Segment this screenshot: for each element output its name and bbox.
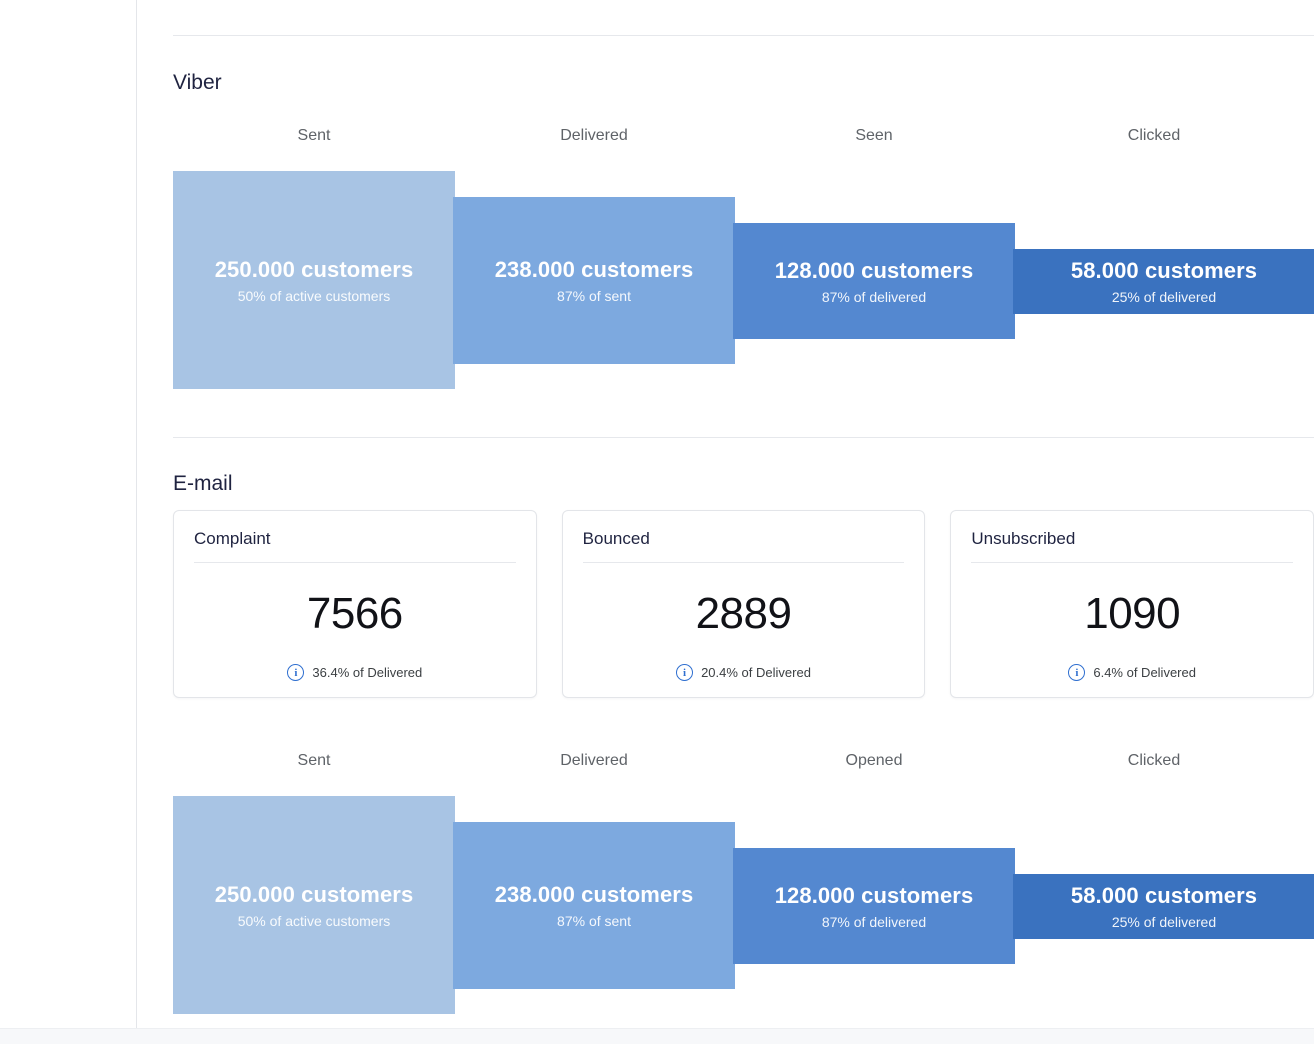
stat-card-title: Complaint xyxy=(194,528,516,563)
funnel-step-rate: 50% of active customers xyxy=(237,287,391,304)
funnel-header-delivered: Delivered xyxy=(560,127,628,144)
horizontal-scrollbar-track[interactable] xyxy=(0,1028,1314,1044)
main-content: Viber Sent Delivered Seen Clicked 250.00… xyxy=(138,0,1314,1028)
stat-card-complaint[interactable]: Complaint 7566 i 36.4% of Delivered xyxy=(173,510,537,698)
funnel-chart-viber: Sent Delivered Seen Clicked 250.000 cust… xyxy=(173,118,1314,408)
funnel-step-clicked[interactable]: 58.000 customers 25% of delivered xyxy=(1013,874,1314,939)
stat-card-value: 7566 xyxy=(306,588,403,638)
funnel-step-delivered[interactable]: 238.000 customers 87% of sent xyxy=(453,197,735,364)
funnel-header-row-viber: Sent Delivered Seen Clicked xyxy=(173,118,1314,160)
funnel-header-sent: Sent xyxy=(297,752,331,769)
stat-card-footnote: 20.4% of Delivered xyxy=(701,665,811,680)
funnel-step-value: 128.000 customers xyxy=(774,257,974,283)
stat-card-title: Bounced xyxy=(582,528,905,563)
stat-card-footnote: 36.4% of Delivered xyxy=(312,665,423,680)
funnel-step-rate: 87% of sent xyxy=(557,288,631,304)
email-stat-cards: Complaint 7566 i 36.4% of Delivered Boun… xyxy=(173,510,1314,698)
funnel-step-value: 58.000 customers xyxy=(1070,883,1258,908)
stat-card-footer: i 36.4% of Delivered xyxy=(194,664,516,683)
stat-card-bounced[interactable]: Bounced 2889 i 20.4% of Delivered xyxy=(561,510,926,698)
funnel-step-delivered[interactable]: 238.000 customers 87% of sent xyxy=(453,822,735,989)
funnel-step-clicked[interactable]: 58.000 customers 25% of delivered xyxy=(1013,249,1314,314)
stat-card-footer: i 6.4% of Delivered xyxy=(971,664,1293,683)
funnel-step-value: 128.000 customers xyxy=(774,882,974,908)
funnel-bars-viber: 250.000 customers 50% of active customer… xyxy=(173,160,1314,408)
info-icon[interactable]: i xyxy=(1068,664,1086,681)
stat-card-footnote: 6.4% of Delivered xyxy=(1093,665,1196,680)
funnel-header-clicked: Clicked xyxy=(1127,127,1181,144)
stat-card-value: 2889 xyxy=(695,588,792,638)
funnel-header-clicked: Clicked xyxy=(1127,752,1181,769)
stat-card-footer: i 20.4% of Delivered xyxy=(583,664,905,683)
funnel-step-value: 238.000 customers xyxy=(494,257,694,282)
section-divider-mid xyxy=(173,437,1314,438)
funnel-step-value: 238.000 customers xyxy=(494,882,694,907)
funnel-step-rate: 87% of delivered xyxy=(821,288,927,305)
funnel-step-rate: 50% of active customers xyxy=(237,912,391,929)
info-icon[interactable]: i xyxy=(676,664,694,681)
funnel-step-rate: 25% of delivered xyxy=(1111,289,1217,305)
funnel-step-value: 250.000 customers xyxy=(214,256,414,282)
section-title-viber: Viber xyxy=(173,71,222,94)
funnel-step-seen[interactable]: 128.000 customers 87% of delivered xyxy=(733,223,1015,339)
sidebar-rail xyxy=(0,0,137,1028)
funnel-step-rate: 25% of delivered xyxy=(1111,914,1217,930)
stat-card-value: 1090 xyxy=(1084,588,1181,638)
funnel-step-opened[interactable]: 128.000 customers 87% of delivered xyxy=(733,848,1015,964)
funnel-step-rate: 87% of sent xyxy=(557,913,631,929)
funnel-header-sent: Sent xyxy=(297,127,331,144)
funnel-header-delivered: Delivered xyxy=(560,752,628,769)
funnel-bars-email: 250.000 customers 50% of active customer… xyxy=(173,785,1314,1033)
analytics-page: Viber Sent Delivered Seen Clicked 250.00… xyxy=(0,0,1314,1044)
funnel-chart-email: Sent Delivered Opened Clicked 250.000 cu… xyxy=(173,743,1314,1033)
section-divider-top xyxy=(173,35,1314,36)
stat-card-unsubscribed[interactable]: Unsubscribed 1090 i 6.4% of Delivered xyxy=(950,510,1314,698)
funnel-header-opened: Opened xyxy=(845,752,903,769)
funnel-step-sent[interactable]: 250.000 customers 50% of active customer… xyxy=(173,171,455,389)
funnel-header-row-email: Sent Delivered Opened Clicked xyxy=(173,743,1314,785)
funnel-step-rate: 87% of delivered xyxy=(821,913,927,930)
stat-card-title: Unsubscribed xyxy=(971,528,1294,563)
info-icon[interactable]: i xyxy=(287,664,305,681)
funnel-step-sent[interactable]: 250.000 customers 50% of active customer… xyxy=(173,796,455,1014)
funnel-header-seen: Seen xyxy=(855,127,893,144)
funnel-step-value: 250.000 customers xyxy=(214,881,414,907)
section-title-email: E-mail xyxy=(173,472,233,495)
funnel-step-value: 58.000 customers xyxy=(1070,258,1258,283)
